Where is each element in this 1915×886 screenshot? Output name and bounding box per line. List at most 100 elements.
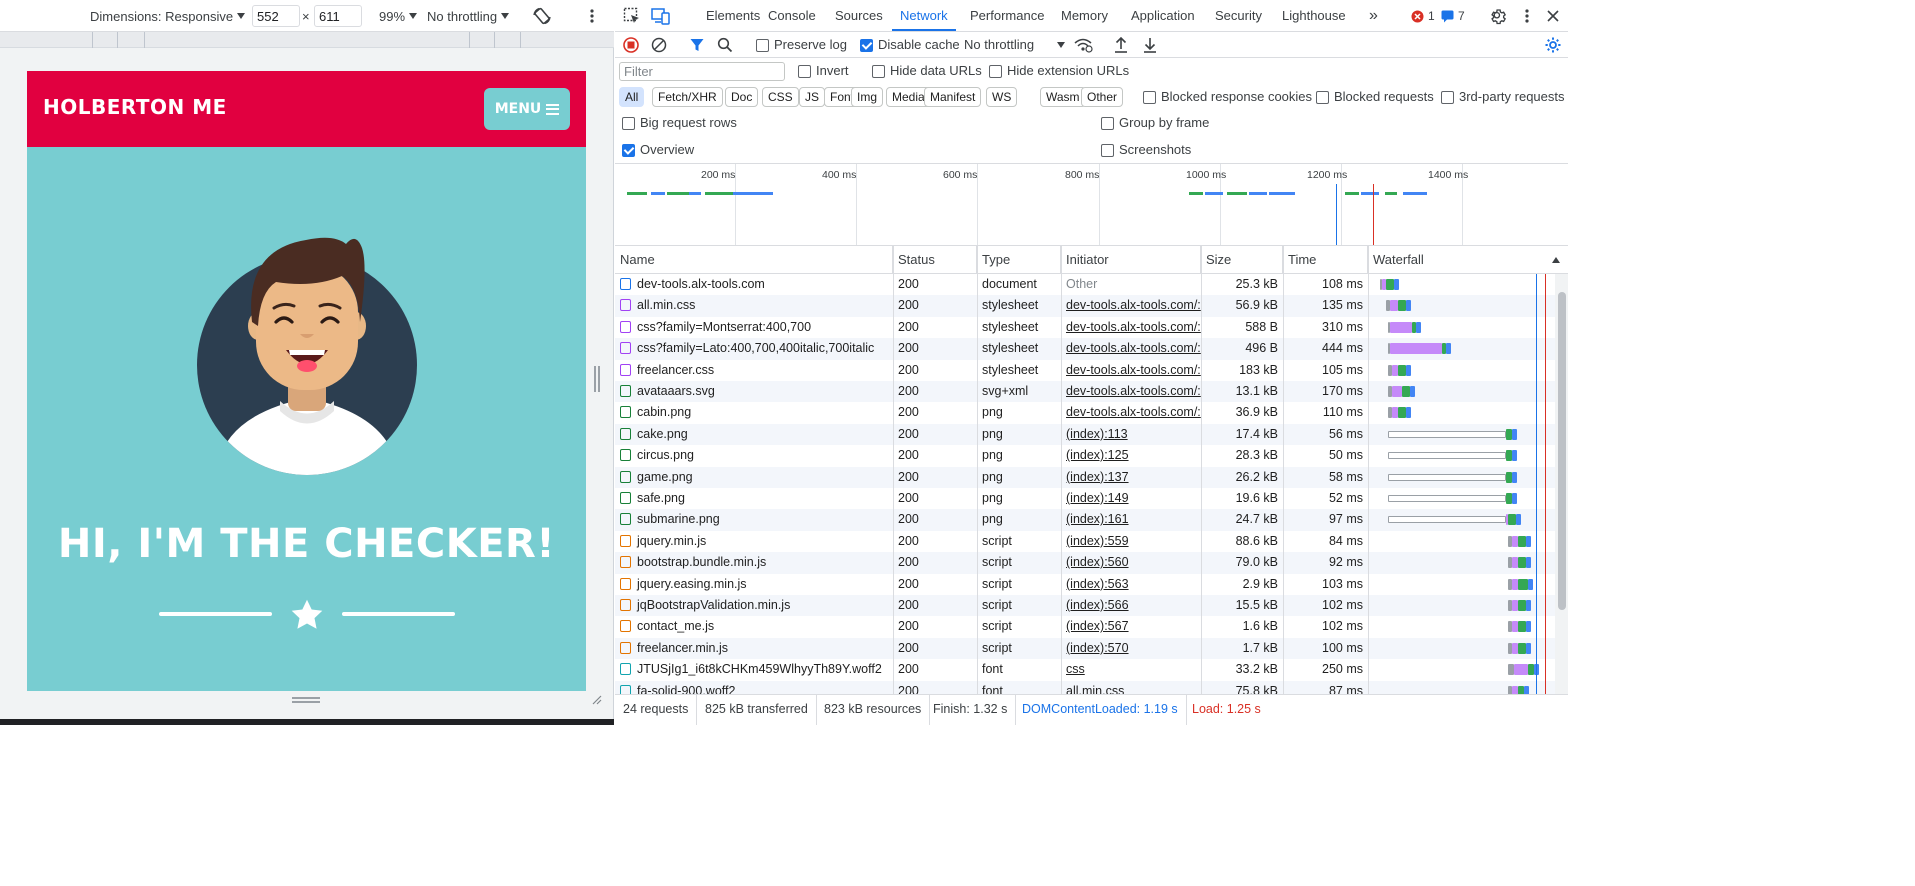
group-by-frame-toggle[interactable]: Group by frame bbox=[1101, 110, 1209, 136]
table-row[interactable]: jquery.min.js 200 script (index):559 88.6 kB… bbox=[615, 531, 1568, 552]
messages-counter[interactable]: 7 bbox=[1441, 9, 1465, 23]
clear-icon[interactable] bbox=[651, 37, 667, 53]
bottom-resize-handle[interactable] bbox=[292, 697, 320, 705]
filter-icon[interactable] bbox=[689, 37, 705, 53]
tab-application[interactable]: Application bbox=[1131, 0, 1195, 32]
column-initiator[interactable]: Initiator bbox=[1061, 246, 1201, 274]
table-row[interactable]: contact_me.js 200 script (index):567 1.6 kB 1… bbox=[615, 616, 1568, 637]
column-type[interactable]: Type bbox=[977, 246, 1061, 274]
rotate-icon[interactable] bbox=[532, 6, 552, 26]
request-name-cell[interactable]: submarine.png bbox=[615, 509, 893, 530]
table-row[interactable]: bootstrap.bundle.min.js 200 script (index):… bbox=[615, 552, 1568, 574]
request-initiator[interactable]: (index):113 bbox=[1061, 424, 1201, 445]
hide-extension-urls-checkbox[interactable] bbox=[989, 64, 1002, 78]
table-row[interactable]: submarine.png 200 png (index):161 24.7 kB 97 … bbox=[615, 509, 1568, 531]
request-initiator[interactable]: (index):566 bbox=[1061, 595, 1201, 616]
request-name-cell[interactable]: contact_me.js bbox=[615, 616, 893, 637]
third-party-checkbox[interactable] bbox=[1441, 90, 1454, 104]
device-toggle-icon[interactable] bbox=[651, 7, 671, 25]
request-initiator[interactable]: (index):563 bbox=[1061, 574, 1201, 595]
type-filter-ws[interactable]: WS bbox=[986, 87, 1018, 107]
tab-memory[interactable]: Memory bbox=[1061, 0, 1108, 32]
table-row[interactable]: all.min.css 200 stylesheet dev-tools.alx-to… bbox=[615, 295, 1568, 317]
viewport-resize-handle[interactable] bbox=[594, 366, 600, 392]
blocked-requests-toggle[interactable]: Blocked requests bbox=[1316, 84, 1434, 110]
type-filter-js[interactable]: JS bbox=[799, 87, 826, 107]
menu-button[interactable]: MENU bbox=[484, 88, 570, 130]
request-initiator[interactable]: css bbox=[1061, 659, 1201, 680]
preserve-log-checkbox[interactable] bbox=[756, 38, 769, 52]
request-name-cell[interactable]: safe.png bbox=[615, 488, 893, 509]
table-row[interactable]: game.png 200 png (index):137 26.2 kB 58 ms bbox=[615, 466, 1568, 488]
preserve-log-toggle[interactable]: Preserve log bbox=[756, 32, 847, 58]
disable-cache-checkbox[interactable] bbox=[860, 38, 873, 52]
request-initiator[interactable]: (index):137 bbox=[1061, 467, 1201, 488]
request-initiator[interactable]: (index):567 bbox=[1061, 616, 1201, 637]
request-initiator[interactable]: (index):161 bbox=[1061, 509, 1201, 530]
request-name-cell[interactable]: game.png bbox=[615, 467, 893, 488]
type-filter-img[interactable]: Img bbox=[851, 87, 884, 107]
column-size[interactable]: Size bbox=[1201, 246, 1283, 274]
type-filter-manifest[interactable]: Manifest bbox=[924, 87, 982, 107]
search-icon[interactable] bbox=[717, 37, 733, 53]
hide-data-urls-toggle[interactable]: Hide data URLs bbox=[872, 58, 982, 84]
table-row[interactable]: jqBootstrapValidation.min.js 200 script (in… bbox=[615, 595, 1568, 617]
errors-counter[interactable]: 1 bbox=[1411, 9, 1435, 23]
table-row[interactable]: fa-solid-900.woff2 200 font all.min.css 75.8… bbox=[615, 680, 1568, 694]
invert-toggle[interactable]: Invert bbox=[798, 58, 849, 84]
filter-input[interactable] bbox=[619, 62, 785, 81]
request-initiator[interactable]: (index):125 bbox=[1061, 445, 1201, 466]
request-name-cell[interactable]: cake.png bbox=[615, 424, 893, 445]
network-overview-timeline[interactable]: 200 ms 400 ms 600 ms 800 ms 1000 ms 1200 ms 14… bbox=[615, 164, 1568, 246]
network-throttling-dropdown[interactable]: No throttling bbox=[964, 32, 1066, 58]
tab-elements[interactable]: Elements bbox=[706, 0, 760, 32]
group-by-frame-checkbox[interactable] bbox=[1101, 116, 1114, 130]
type-filter-wasm[interactable]: Wasm bbox=[1040, 87, 1086, 107]
type-filter-css[interactable]: CSS bbox=[762, 87, 799, 107]
request-name-cell[interactable]: circus.png bbox=[615, 445, 893, 466]
media-query-ruler[interactable] bbox=[0, 32, 614, 48]
request-name-cell[interactable]: css?family=Montserrat:400,700 bbox=[615, 317, 893, 338]
request-name-cell[interactable]: JTUSjIg1_i6t8kCHKm459WlhyyTh89Y.woff2 bbox=[615, 659, 893, 680]
table-row[interactable]: cabin.png 200 png dev-tools.alx-tools.com/:… bbox=[615, 402, 1568, 423]
type-filter-doc[interactable]: Doc bbox=[725, 87, 759, 107]
table-row[interactable]: JTUSjIg1_i6t8kCHKm459WlhyyTh89Y.woff2 200… bbox=[615, 659, 1568, 680]
request-name-cell[interactable]: dev-tools.alx-tools.com bbox=[615, 274, 893, 295]
request-name-cell[interactable]: jquery.easing.min.js bbox=[615, 574, 893, 595]
column-waterfall[interactable]: Waterfall bbox=[1368, 246, 1568, 274]
tab-lighthouse[interactable]: Lighthouse bbox=[1282, 0, 1346, 32]
table-row[interactable]: freelancer.min.js 200 script (index):570 1.7… bbox=[615, 637, 1568, 660]
height-input[interactable] bbox=[314, 5, 362, 27]
blocked-cookies-toggle[interactable]: Blocked response cookies bbox=[1143, 84, 1312, 110]
table-row[interactable]: dev-tools.alx-tools.com 200 document Other 2… bbox=[615, 274, 1568, 295]
blocked-requests-checkbox[interactable] bbox=[1316, 90, 1329, 104]
request-name-cell[interactable]: avataaars.svg bbox=[615, 381, 893, 402]
request-initiator[interactable]: dev-tools.alx-tools.com/: bbox=[1061, 338, 1201, 359]
big-rows-checkbox[interactable] bbox=[622, 116, 635, 130]
overview-checkbox[interactable] bbox=[622, 143, 635, 157]
request-name-cell[interactable]: jqBootstrapValidation.min.js bbox=[615, 595, 893, 616]
table-row[interactable]: css?family=Lato:400,700,400italic,700ita… bbox=[615, 338, 1568, 360]
request-name-cell[interactable]: fa-solid-900.woff2 bbox=[615, 681, 893, 694]
type-filter-all[interactable]: All bbox=[619, 87, 645, 107]
invert-checkbox[interactable] bbox=[798, 64, 811, 78]
blocked-cookies-checkbox[interactable] bbox=[1143, 90, 1156, 104]
more-tabs-icon[interactable]: » bbox=[1369, 0, 1378, 32]
inspect-element-icon[interactable] bbox=[623, 7, 641, 25]
request-initiator[interactable]: dev-tools.alx-tools.com/: bbox=[1061, 360, 1201, 381]
zoom-dropdown[interactable]: 99% bbox=[379, 0, 418, 32]
import-har-icon[interactable] bbox=[1113, 36, 1129, 54]
more-options-icon[interactable] bbox=[586, 8, 598, 24]
column-time[interactable]: Time bbox=[1283, 246, 1368, 274]
table-row[interactable]: safe.png 200 png (index):149 19.6 kB 52 ms bbox=[615, 488, 1568, 509]
close-devtools-icon[interactable] bbox=[1547, 10, 1559, 22]
network-conditions-icon[interactable] bbox=[1073, 36, 1093, 54]
table-row[interactable]: css?family=Montserrat:400,700 200 styleshe… bbox=[615, 317, 1568, 338]
type-filter-fetch-xhr[interactable]: Fetch/XHR bbox=[652, 87, 723, 107]
screenshots-toggle[interactable]: Screenshots bbox=[1101, 137, 1191, 163]
overview-toggle[interactable]: Overview bbox=[622, 137, 694, 163]
tab-performance[interactable]: Performance bbox=[970, 0, 1044, 32]
third-party-toggle[interactable]: 3rd-party requests bbox=[1441, 84, 1565, 110]
dimensions-dropdown[interactable]: Dimensions: Responsive bbox=[90, 0, 246, 32]
request-initiator[interactable]: dev-tools.alx-tools.com/: bbox=[1061, 295, 1201, 316]
